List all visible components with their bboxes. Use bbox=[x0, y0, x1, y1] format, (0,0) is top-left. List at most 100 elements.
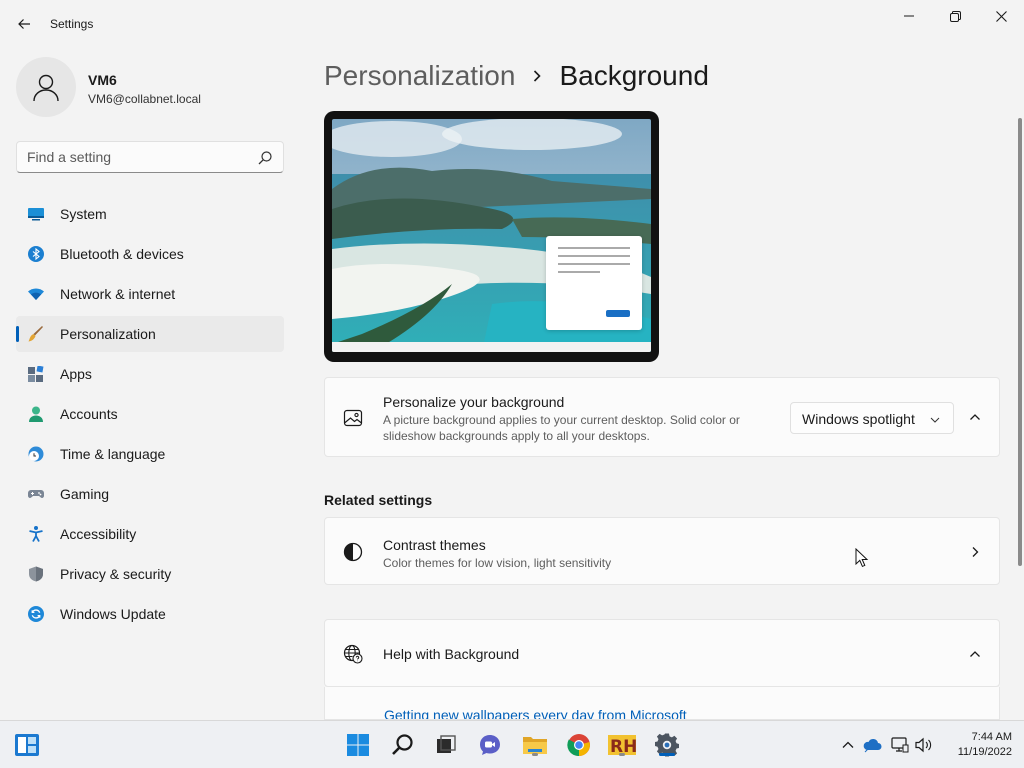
wallpaper-preview bbox=[332, 119, 651, 352]
sidebar-item-time-language[interactable]: Time & language bbox=[16, 436, 284, 472]
gamepad-icon bbox=[28, 490, 44, 498]
network-button[interactable] bbox=[890, 735, 910, 755]
person-icon bbox=[33, 74, 59, 102]
shield-icon bbox=[29, 566, 43, 582]
breadcrumb: Personalization Background bbox=[324, 60, 709, 92]
background-setting-description-line2: slideshow backgrounds apply to all your … bbox=[383, 429, 650, 443]
taskbar: RH 7:44 AM 11/19/2022 bbox=[0, 720, 1024, 768]
contrast-themes-card[interactable]: Contrast themes Color themes for low vis… bbox=[324, 517, 1000, 585]
volume-icon bbox=[915, 737, 932, 753]
bluetooth-icon bbox=[28, 246, 44, 262]
running-indicator bbox=[532, 753, 538, 756]
minimize-icon bbox=[904, 15, 914, 17]
preview-window-mockup bbox=[546, 236, 642, 330]
sidebar-item-privacy-security[interactable]: Privacy & security bbox=[16, 556, 284, 592]
rh-app-button[interactable]: RH bbox=[607, 730, 637, 760]
picture-icon bbox=[343, 409, 363, 427]
help-collapse-button[interactable] bbox=[967, 646, 983, 662]
breadcrumb-parent[interactable]: Personalization bbox=[324, 60, 515, 92]
system-icon bbox=[28, 208, 44, 221]
help-content: Getting new wallpapers every day from Mi… bbox=[324, 687, 1000, 720]
taskbar-search-button[interactable] bbox=[388, 730, 418, 760]
chevron-up-icon bbox=[842, 741, 854, 748]
wifi-icon bbox=[28, 288, 44, 300]
chevron-right-icon bbox=[531, 69, 543, 83]
background-setting-description-line1: A picture background applies to your cur… bbox=[383, 413, 740, 427]
preview-window-lines bbox=[558, 247, 630, 317]
chevron-up-icon bbox=[970, 414, 980, 420]
widgets-icon bbox=[15, 734, 39, 756]
sidebar-item-system[interactable]: System bbox=[16, 196, 284, 232]
search-box bbox=[16, 141, 284, 173]
globe-clock-icon bbox=[28, 446, 44, 462]
sidebar-item-windows-update[interactable]: Windows Update bbox=[16, 596, 284, 632]
back-arrow-icon bbox=[18, 19, 30, 29]
preview-taskbar bbox=[332, 342, 651, 352]
accessibility-icon bbox=[29, 526, 43, 542]
restore-button[interactable] bbox=[932, 0, 978, 32]
apps-icon bbox=[28, 366, 44, 382]
sidebar-item-personalization[interactable]: Personalization bbox=[16, 316, 284, 352]
back-button[interactable] bbox=[10, 12, 38, 36]
globe-help-icon bbox=[343, 644, 363, 664]
sidebar-item-network[interactable]: Network & internet bbox=[16, 276, 284, 312]
sidebar-item-bluetooth[interactable]: Bluetooth & devices bbox=[16, 236, 284, 272]
sidebar-item-gaming[interactable]: Gaming bbox=[16, 476, 284, 512]
task-view-button[interactable] bbox=[431, 730, 461, 760]
sidebar-item-apps[interactable]: Apps bbox=[16, 356, 284, 392]
update-icon bbox=[28, 606, 44, 622]
clock[interactable]: 7:44 AM 11/19/2022 bbox=[942, 730, 1012, 760]
collapse-button[interactable] bbox=[967, 409, 983, 425]
chevron-down-icon bbox=[930, 417, 940, 423]
help-title: Help with Background bbox=[383, 646, 520, 662]
clock-date: 11/19/2022 bbox=[957, 746, 1012, 758]
sidebar-nav: System Bluetooth & devices Network & int… bbox=[16, 196, 284, 636]
running-indicator bbox=[619, 753, 625, 756]
contrast-themes-chevron bbox=[967, 544, 983, 560]
close-button[interactable] bbox=[978, 0, 1024, 32]
widgets-button[interactable] bbox=[14, 733, 40, 757]
personalize-background-card: Personalize your background A picture ba… bbox=[324, 377, 1000, 457]
help-with-background-card: Help with Background bbox=[324, 619, 1000, 687]
active-app-indicator bbox=[659, 753, 675, 756]
chat-icon bbox=[480, 735, 500, 755]
network-icon bbox=[891, 737, 909, 753]
sidebar-item-accounts[interactable]: Accounts bbox=[16, 396, 284, 432]
contrast-icon bbox=[343, 542, 363, 562]
chevron-up-icon bbox=[970, 651, 980, 657]
file-explorer-button[interactable] bbox=[520, 730, 550, 760]
volume-button[interactable] bbox=[914, 735, 934, 755]
settings-button[interactable] bbox=[652, 730, 682, 760]
task-view-icon bbox=[437, 735, 456, 753]
app-title: Settings bbox=[50, 17, 94, 31]
start-icon bbox=[347, 734, 369, 756]
start-button[interactable] bbox=[343, 730, 373, 760]
onedrive-cloud-icon bbox=[863, 738, 882, 753]
brush-icon bbox=[28, 326, 43, 342]
search-icon[interactable] bbox=[257, 150, 273, 166]
chat-button[interactable] bbox=[475, 730, 505, 760]
background-type-dropdown[interactable]: Windows spotlight bbox=[790, 402, 954, 434]
show-hidden-icons-button[interactable] bbox=[838, 735, 858, 755]
minimize-button[interactable] bbox=[886, 0, 932, 32]
chrome-button[interactable] bbox=[564, 730, 594, 760]
onedrive-button[interactable] bbox=[862, 735, 882, 755]
close-icon bbox=[995, 10, 1007, 22]
chrome-icon bbox=[567, 734, 590, 757]
search-input[interactable] bbox=[27, 148, 247, 166]
accounts-icon bbox=[29, 406, 43, 422]
avatar bbox=[16, 57, 76, 117]
user-email: VM6@collabnet.local bbox=[88, 92, 201, 106]
user-name: VM6 bbox=[88, 72, 117, 88]
user-profile[interactable]: VM6 VM6@collabnet.local bbox=[16, 57, 286, 117]
title-bar: Settings bbox=[0, 0, 1024, 48]
desktop-preview bbox=[324, 111, 659, 362]
related-settings-heading: Related settings bbox=[324, 492, 433, 508]
help-link-wallpapers[interactable]: Getting new wallpapers every day from Mi… bbox=[384, 707, 687, 719]
sidebar-item-accessibility[interactable]: Accessibility bbox=[16, 516, 284, 552]
search-icon bbox=[392, 734, 413, 755]
chevron-right-icon bbox=[972, 547, 979, 557]
contrast-themes-description: Color themes for low vision, light sensi… bbox=[383, 556, 612, 570]
contrast-themes-title: Contrast themes bbox=[383, 537, 486, 553]
scrollbar[interactable] bbox=[1018, 118, 1022, 566]
